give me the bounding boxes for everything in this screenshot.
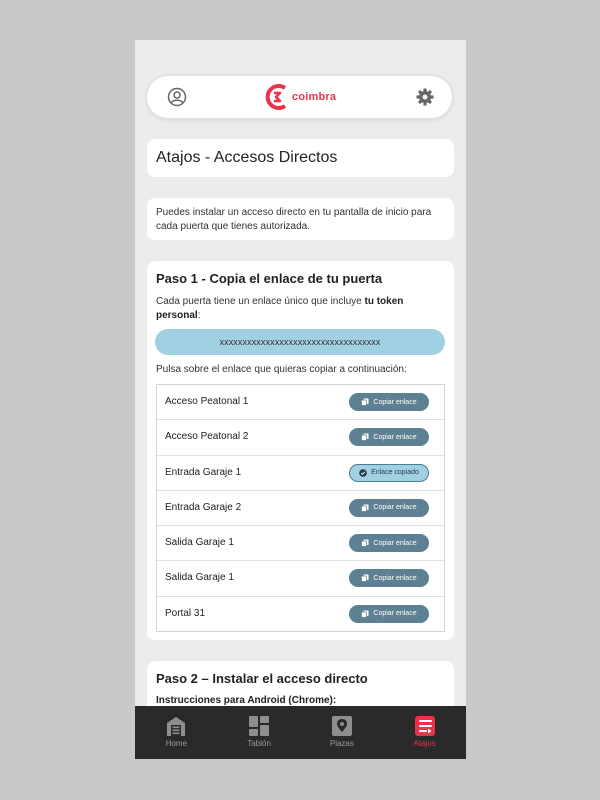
copy-icon [361, 574, 369, 583]
link-copied-button[interactable]: Enlace copiado [349, 463, 429, 482]
door-row: Acceso Peatonal 2 Copiar enlace [157, 420, 444, 456]
step1-card: Paso 1 - Copia el enlace de tu puerta Ca… [147, 261, 454, 640]
step2-card: Paso 2 – Instalar el acceso directo Inst… [147, 661, 454, 706]
nav-home[interactable]: Home [135, 706, 218, 759]
nav-atajos-label: Atajos [413, 739, 436, 748]
intro-text: Puedes instalar un acceso directo en tu … [156, 207, 432, 232]
step1-description: Cada puerta tiene un enlace único que in… [156, 295, 446, 323]
copy-link-label: Copiar enlace [373, 504, 417, 512]
copy-link-label: Copiar enlace [373, 574, 417, 582]
door-name: Portal 31 [165, 607, 206, 619]
door-name: Entrada Garaje 2 [165, 501, 242, 513]
copy-icon [361, 610, 369, 618]
door-name: Salida Garaje 1 [165, 537, 234, 549]
door-name: Acceso Peatonal 1 [165, 396, 249, 407]
copy-instruction: Pulsa sobre el enlace que quieras copiar… [156, 364, 407, 375]
door-name: Salida Garaje 1 [165, 572, 234, 584]
copy-link-button[interactable]: Copiar enlace [349, 428, 429, 447]
content-scroll[interactable]: coimbra Atajos - Accesos Directos Puedes… [135, 40, 466, 706]
intro-card: Puedes instalar un acceso directo en tu … [147, 198, 454, 240]
door-name: Acceso Peatonal 2 [165, 431, 249, 443]
shortcut-icon [414, 716, 435, 736]
nav-home-label: Home [165, 739, 188, 748]
phone-screen: coimbra Atajos - Accesos Directos Puedes… [135, 40, 466, 759]
door-row: Salida Garaje 1 Copiar enlace [157, 526, 444, 562]
step1-title: Paso 1 - Copia el enlace de tu puerta [156, 271, 383, 286]
door-row: Salida Garaje 1 Copiar enlace [157, 561, 444, 597]
check-circle-icon [359, 468, 367, 477]
dashboard-icon [249, 716, 270, 736]
app-header: coimbra [147, 76, 452, 118]
copy-link-button[interactable]: Copiar enlace [349, 498, 429, 517]
door-list: Acceso Peatonal 1 Copiar enlace Acceso P… [156, 384, 445, 632]
copy-link-label: Copiar enlace [373, 398, 417, 406]
nav-plazas-label: Plazas [329, 739, 354, 748]
nav-tablon[interactable]: Tablón [218, 706, 301, 759]
nav-plazas[interactable]: Plazas [301, 706, 384, 759]
gear-icon[interactable] [415, 87, 435, 107]
copy-link-label: Copiar enlace [373, 610, 417, 618]
link-copied-label: Enlace copiado [371, 469, 419, 477]
copy-link-button[interactable]: Copiar enlace [349, 604, 429, 623]
step1-desc-prefix: Cada puerta tiene un enlace único que in… [156, 296, 365, 307]
copy-link-button[interactable]: Copiar enlace [349, 569, 429, 588]
page-title-card: Atajos - Accesos Directos [147, 139, 454, 177]
coimbra-logo-icon [265, 84, 287, 110]
step2-subtitle: Instrucciones para Android (Chrome): [156, 695, 337, 706]
brand-logo: coimbra [265, 83, 336, 111]
page-title: Atajos - Accesos Directos [156, 149, 338, 166]
map-pin-icon [331, 716, 352, 736]
door-row: Entrada Garaje 2 Copiar enlace [157, 491, 444, 527]
user-circle-icon[interactable] [167, 87, 187, 107]
garage-icon [167, 717, 186, 736]
door-row: Entrada Garaje 1 Enlace copiado [157, 456, 444, 491]
nav-tablon-label: Tablón [247, 739, 271, 748]
step2-title: Paso 2 – Instalar el acceso directo [156, 671, 368, 686]
bottom-nav: Home Tablón Plazas Atajos [135, 706, 466, 759]
nav-atajos[interactable]: Atajos [383, 706, 466, 759]
door-row: Acceso Peatonal 1 Copiar enlace [157, 385, 444, 421]
copy-link-button[interactable]: Copiar enlace [349, 393, 429, 411]
copy-icon [361, 504, 369, 512]
door-name: Entrada Garaje 1 [165, 466, 242, 478]
door-row: Portal 31 Copiar enlace [157, 597, 444, 632]
token-link[interactable]: xxxxxxxxxxxxxxxxxxxxxxxxxxxxxxxxxxx [155, 329, 445, 355]
copy-link-label: Copiar enlace [373, 539, 417, 547]
brand-name: coimbra [292, 91, 337, 103]
copy-icon [361, 398, 369, 406]
step1-desc-suffix: : [197, 310, 201, 321]
copy-link-button[interactable]: Copiar enlace [349, 534, 429, 553]
copy-link-label: Copiar enlace [373, 433, 417, 441]
copy-icon [361, 539, 369, 548]
copy-icon [361, 433, 369, 442]
